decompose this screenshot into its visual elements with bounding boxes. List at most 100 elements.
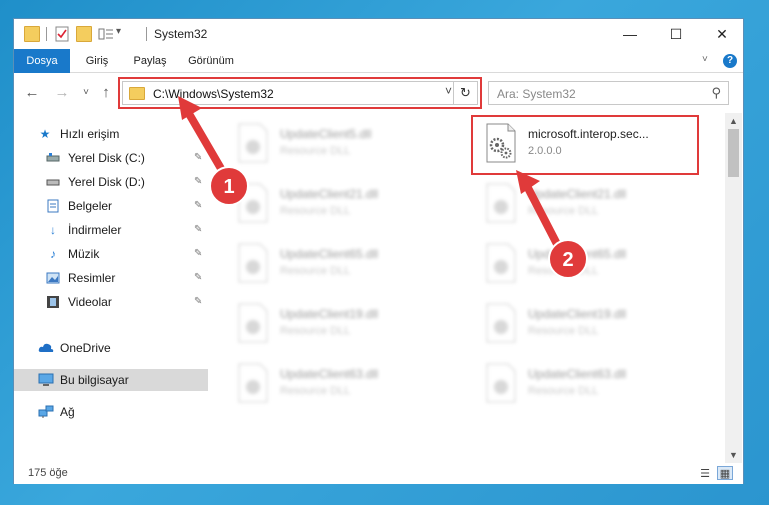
- scroll-down-icon[interactable]: ▼: [725, 447, 742, 463]
- details-view-icon[interactable]: ☰: [697, 466, 713, 480]
- up-button[interactable]: ↑: [96, 83, 116, 103]
- properties-icon[interactable]: [54, 26, 70, 42]
- documents-icon: [46, 199, 60, 213]
- address-bar[interactable]: C:\Windows\System32 ˅: [122, 81, 478, 105]
- scroll-up-icon[interactable]: ▲: [725, 113, 742, 129]
- sidebar-item-pictures[interactable]: Resimler ✎: [14, 267, 208, 289]
- sidebar-item-disk-c[interactable]: Yerel Disk (C:) ✎: [14, 147, 208, 169]
- search-icon[interactable]: ⚲: [711, 85, 721, 101]
- new-folder-icon[interactable]: [76, 26, 92, 42]
- refresh-button[interactable]: ↻: [453, 81, 478, 105]
- sidebar-item-videos[interactable]: Videolar ✎: [14, 291, 208, 313]
- cloud-icon: [38, 341, 54, 355]
- search-input[interactable]: Ara: System32 ⚲: [488, 81, 729, 105]
- pin-icon[interactable]: ✎: [194, 243, 202, 265]
- search-placeholder: Ara: System32: [497, 87, 576, 101]
- recent-locations-icon[interactable]: ˅: [76, 83, 96, 103]
- file-type: Resource DLL: [528, 385, 599, 397]
- sidebar-item-label: Resimler: [68, 271, 116, 285]
- file-type: Resource DLL: [280, 205, 351, 217]
- sidebar-item-label: Müzik: [68, 247, 100, 261]
- file-name: microsoft.interop.sec...: [528, 127, 649, 141]
- ribbon-tabs: Dosya Giriş Paylaş Görünüm ˅ ?: [14, 49, 743, 73]
- file-name: UpdateClient21.dll: [280, 187, 379, 201]
- file-type: Resource DLL: [528, 205, 599, 217]
- ribbon-expand-icon[interactable]: ˅: [702, 54, 708, 65]
- folder-icon: [129, 87, 145, 100]
- tab-file[interactable]: Dosya: [14, 49, 70, 73]
- list-item[interactable]: UpdateClient21.dll Resource DLL: [236, 181, 466, 227]
- network-icon: [38, 405, 54, 419]
- pin-icon[interactable]: ✎: [194, 219, 202, 241]
- customize-icon[interactable]: [98, 26, 114, 42]
- sidebar-item-label: Belgeler: [68, 199, 113, 213]
- list-item[interactable]: UpdateClient63.dll Resource DLL: [484, 361, 714, 407]
- pictures-icon: [46, 271, 60, 285]
- pin-icon[interactable]: ✎: [194, 171, 202, 193]
- maximize-button[interactable]: ☐: [653, 19, 699, 49]
- qat-dropdown-icon[interactable]: ▾: [116, 26, 121, 37]
- list-item[interactable]: UpdateClient65.dll Resource DLL: [484, 241, 714, 287]
- tab-view[interactable]: Görünüm: [180, 49, 242, 73]
- pin-icon[interactable]: ✎: [194, 291, 202, 313]
- file-type: Resource DLL: [280, 385, 351, 397]
- dll-file-icon: [238, 303, 268, 343]
- file-type: Resource DLL: [528, 325, 599, 337]
- list-item[interactable]: UpdateClient21.dll Resource DLL: [484, 181, 714, 227]
- status-bar: 175 öğe ☰ ▦: [14, 463, 743, 484]
- sidebar-item-documents[interactable]: Belgeler ✎: [14, 195, 208, 217]
- drive-icon: [46, 151, 60, 165]
- file-name: UpdateClient19.dll: [280, 307, 379, 321]
- large-icons-view-icon[interactable]: ▦: [717, 466, 733, 480]
- sidebar-item-onedrive[interactable]: OneDrive: [14, 337, 208, 359]
- sidebar-item-music[interactable]: ♪ Müzik ✎: [14, 243, 208, 265]
- dll-file-icon: [238, 123, 268, 163]
- sidebar-item-quick-access[interactable]: ★ Hızlı erişim: [14, 123, 208, 145]
- sidebar-item-disk-d[interactable]: Yerel Disk (D:) ✎: [14, 171, 208, 193]
- list-item[interactable]: UpdateClient19.dll Resource DLL: [236, 301, 466, 347]
- sidebar-item-label: OneDrive: [60, 341, 111, 355]
- computer-icon: [38, 373, 54, 387]
- pin-icon[interactable]: ✎: [194, 267, 202, 289]
- list-item[interactable]: UpdateClient5.dll Resource DLL: [236, 121, 466, 167]
- vertical-scrollbar[interactable]: ▲ ▼: [725, 113, 742, 463]
- file-type: Resource DLL: [280, 325, 351, 337]
- file-list: UpdateClient5.dll Resource DLL microsoft…: [216, 113, 726, 463]
- list-item[interactable]: UpdateClient63.dll Resource DLL: [236, 361, 466, 407]
- list-item[interactable]: UpdateClient19.dll Resource DLL: [484, 301, 714, 347]
- dll-file-icon: [238, 243, 268, 283]
- tab-home[interactable]: Giriş: [74, 49, 120, 73]
- forward-button[interactable]: →: [52, 83, 72, 103]
- scroll-thumb[interactable]: [728, 129, 739, 177]
- window-title: System32: [154, 27, 208, 41]
- sidebar-item-network[interactable]: Ağ: [14, 401, 208, 423]
- sidebar-item-label: Bu bilgisayar: [60, 373, 129, 387]
- title-bar: ▾ System32 — ☐ ✕: [14, 19, 743, 49]
- list-item[interactable]: UpdateClient65.dll Resource DLL: [236, 241, 466, 287]
- back-button[interactable]: ←: [22, 83, 42, 103]
- pin-icon[interactable]: ✎: [194, 147, 202, 169]
- dll-file-icon: [238, 183, 268, 223]
- tab-share[interactable]: Paylaş: [124, 49, 176, 73]
- close-button[interactable]: ✕: [699, 19, 745, 49]
- address-dropdown-icon[interactable]: ˅: [445, 84, 452, 98]
- sidebar-item-this-pc[interactable]: Bu bilgisayar: [14, 369, 208, 391]
- folder-icon: [24, 26, 40, 42]
- drive-icon: [46, 175, 60, 189]
- qat-separator: [46, 27, 47, 41]
- minimize-button[interactable]: —: [607, 19, 653, 49]
- file-name: UpdateClient63.dll: [280, 367, 379, 381]
- address-path[interactable]: C:\Windows\System32: [153, 87, 274, 101]
- sidebar-item-downloads[interactable]: ↓ İndirmeler ✎: [14, 219, 208, 241]
- download-icon: ↓: [50, 223, 56, 237]
- list-item-selected-file[interactable]: microsoft.interop.sec... 2.0.0.0: [484, 121, 714, 167]
- dll-file-icon: [486, 183, 516, 223]
- sidebar-item-label: Yerel Disk (C:): [68, 151, 145, 165]
- dll-file-icon: [486, 363, 516, 403]
- pin-icon[interactable]: ✎: [194, 195, 202, 217]
- video-icon: [46, 295, 60, 309]
- dll-file-icon: [486, 123, 516, 163]
- sidebar-item-label: İndirmeler: [68, 223, 122, 237]
- sidebar-item-label: Yerel Disk (D:): [68, 175, 145, 189]
- help-icon[interactable]: ?: [723, 54, 737, 68]
